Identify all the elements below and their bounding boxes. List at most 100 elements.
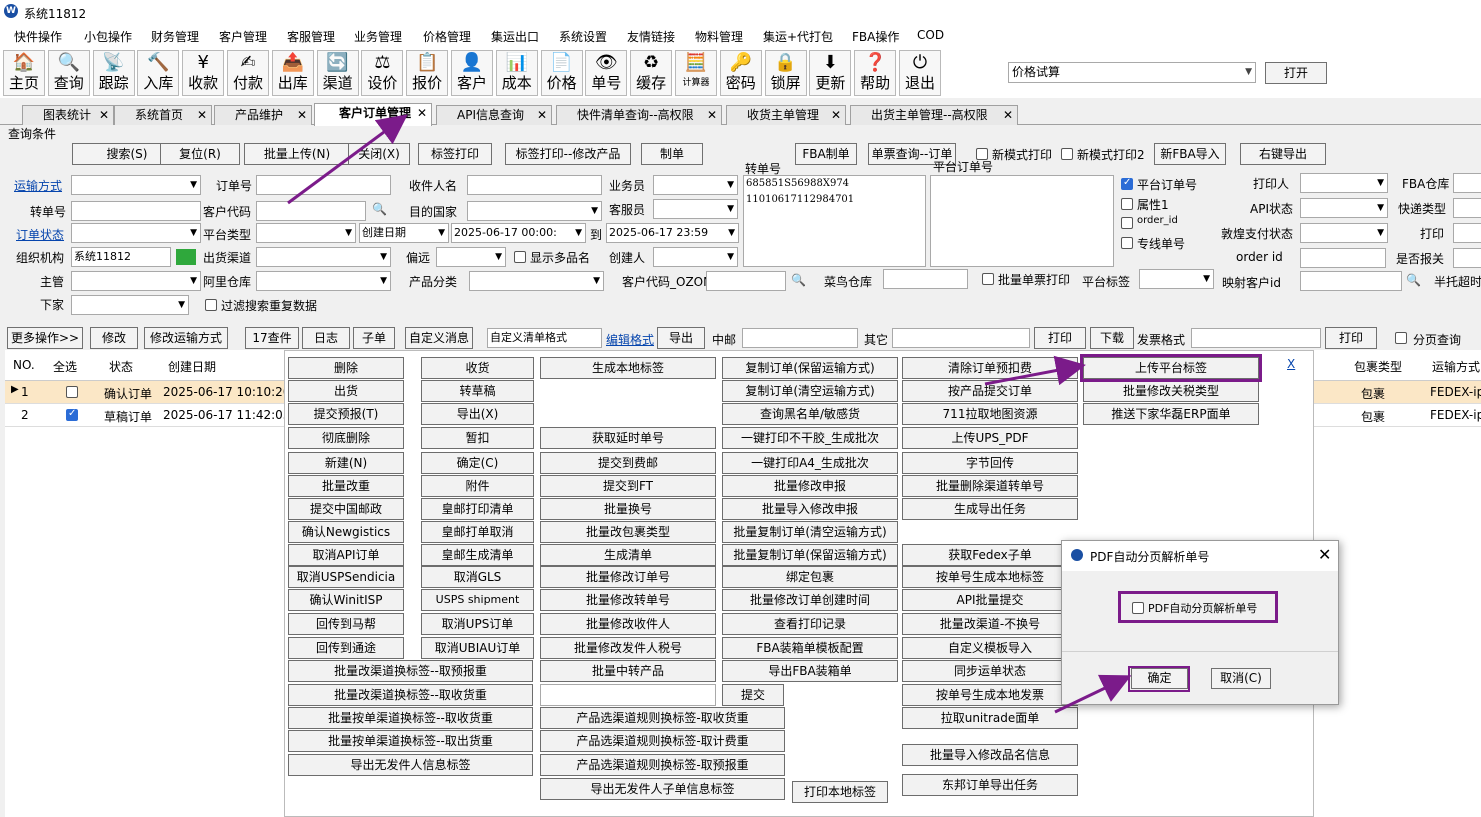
popup-action-button[interactable]: 清除订单预扣费 [902,357,1078,379]
popup-action-button[interactable]: 批量修改收件人 [540,613,716,635]
popup-action-button[interactable]: 按单号生成本地标签 [902,566,1078,588]
popup-close-icon[interactable]: X [1287,357,1295,371]
action-custom_msg-button[interactable]: 自定义消息 [405,327,473,349]
close-icon[interactable]: ✕ [1003,106,1013,124]
date-from[interactable]: 2025-06-17 00:00: ▼ [451,223,586,243]
toolbar-button[interactable]: 📋 报价 [406,50,449,96]
toolbar-button[interactable]: 🏠 主页 [3,50,45,96]
download-button[interactable]: 下载 [1090,327,1134,349]
date-to[interactable]: 2025-06-17 23:59 ▼ [606,223,739,243]
menu-item[interactable]: 集运出口 [491,28,539,45]
popup-action-button[interactable]: 确定(C) [421,452,534,474]
platform-label-select[interactable]: ▼ [1139,269,1214,289]
downstream-select[interactable]: ▼ [71,295,189,315]
print-button[interactable]: 打印 [1034,327,1086,349]
popup-action-button[interactable]: 生成清单 [540,544,716,566]
popup-action-button[interactable]: 取消USPSendicia [288,566,404,588]
tab-5[interactable]: 快件清单查询--高权限 ✕ [556,105,722,125]
popup-action-button[interactable]: 出货 [288,380,404,402]
ozon-input[interactable] [706,271,786,291]
popup-action-button[interactable]: 字节回传 [902,452,1078,474]
channel-select[interactable]: ▼ [256,247,391,267]
toolbar-button[interactable]: ⚖ 设价 [361,50,404,96]
popup-action-button[interactable]: 删除 [288,357,404,379]
menu-item[interactable]: 快件操作 [14,28,62,45]
batch-print-checkbox[interactable] [982,273,994,285]
popup-action-button[interactable]: 暂扣 [421,427,534,449]
platform-type-select[interactable]: ▼ [256,223,356,243]
popup-action-button[interactable]: 取消API订单 [288,544,404,566]
row-checkbox[interactable] [66,408,78,421]
print-local-label-button[interactable]: 打印本地标签 [792,781,888,803]
popup-action-button[interactable]: 批量改重 [288,475,404,497]
custom-format-select[interactable]: 自定义清单格式 [487,328,602,348]
popup-action-button[interactable]: 产品选渠道规则换标签-取计费重 [540,730,785,752]
toolbar-button[interactable]: ⏻ 退出 [899,50,941,96]
action-log-button[interactable]: 日志 [302,327,350,349]
menu-item[interactable]: 客服管理 [287,28,335,45]
popup-action-button[interactable]: 转草稿 [421,380,534,402]
receiver-input[interactable] [467,175,602,195]
right-select-fba_wh[interactable] [1453,173,1481,193]
menu-item[interactable]: 小包操作 [84,28,132,45]
cust-code-input[interactable] [256,201,366,221]
new-mode-print2-checkbox[interactable] [1061,148,1073,160]
popup-action-button[interactable]: 同步运单状态 [902,660,1078,682]
order-no-input[interactable] [256,175,391,195]
close-icon[interactable]: ✕ [537,106,547,124]
menu-item[interactable]: 系统设置 [559,28,607,45]
open-button[interactable]: 打开 [1265,62,1327,84]
popup-action-button[interactable]: 批量改渠道换标签--取预报重 [288,660,533,682]
query-button[interactable]: 右键导出 [1240,143,1326,165]
popup-action-button[interactable]: 确认WinitISP [288,589,404,611]
prod-category-select[interactable]: ▼ [469,271,604,291]
filter-dup-checkbox[interactable] [205,299,217,311]
dialog-ok-button[interactable]: 确定 [1131,668,1188,689]
query-button[interactable]: 制单 [641,143,703,165]
popup-action-button[interactable]: 批量改渠道-不换号 [902,613,1078,635]
popup-action-button[interactable]: 按单号生成本地发票 [902,684,1078,706]
popup-action-button[interactable]: 产品选渠道规则换标签-取收货重 [540,707,785,729]
popup-action-button[interactable]: 自定义模板导入 [902,637,1078,659]
cainiao-input[interactable] [883,269,968,289]
toolbar-button[interactable]: 📊 成本 [495,50,538,96]
tab-7[interactable]: 出货主单管理--高权限 ✕ [850,105,1018,125]
popup-action-button[interactable]: 提交预报(T) [288,403,404,425]
popup-submit-button[interactable]: 提交 [722,684,784,706]
popup-action-button[interactable]: 批量修改转单号 [540,589,716,611]
creator-select[interactable]: ▼ [653,247,738,267]
popup-action-button[interactable]: 批量修改订单号 [540,566,716,588]
popup-action-button[interactable]: 东邦订单导出任务 [902,774,1078,796]
popup-action-button[interactable]: 回传到马帮 [288,613,404,635]
popup-action-button[interactable]: 上传UPS_PDF [902,427,1078,449]
popup-action-button[interactable]: 新建(N) [288,452,404,474]
popup-action-button[interactable]: 皇邮生成清单 [421,544,534,566]
close-icon[interactable]: ✕ [831,106,841,124]
popup-action-button[interactable]: 批量复制订单(清空运输方式) [722,521,898,543]
action-more-button[interactable]: 更多操作>> [7,327,83,349]
query-button[interactable]: 批量上传(N) [244,143,350,165]
search-by-checkbox[interactable] [1121,236,1133,249]
popup-action-button[interactable]: 批量导入修改申报 [722,498,898,520]
right-select-order_id[interactable] [1300,248,1386,268]
lookup-icon[interactable]: 🔍 [1406,273,1421,287]
right-select-declare[interactable] [1453,248,1481,268]
popup-action-button[interactable]: 收货 [421,357,534,379]
close-icon[interactable]: ✕ [417,104,427,122]
popup-action-button[interactable]: 皇邮打印清单 [421,498,534,520]
toolbar-button[interactable]: 👤 客户 [451,50,493,96]
popup-action-button[interactable]: 批量按单渠道换标签--取收货重 [288,707,533,729]
close-icon[interactable]: ✕ [297,106,307,124]
popup-action-button[interactable]: 查询黑名单/敏感货 [722,403,898,425]
menu-item[interactable]: COD [917,28,944,42]
zhongyou-select[interactable] [742,328,858,348]
popup-action-button[interactable]: 一键打印不干胶_生成批次 [722,427,898,449]
toolbar-button[interactable]: 👁 单号 [585,50,628,96]
status-select[interactable]: ▼ [71,223,201,243]
right-select-express_type[interactable] [1453,198,1481,218]
column-header[interactable]: 包裹类型 [1354,358,1402,375]
owner-select[interactable]: ▼ [71,271,201,291]
popup-action-button[interactable]: 拉取unitrade面单 [902,707,1078,729]
tab-0[interactable]: 图表统计 ✕ [22,105,114,125]
popup-action-button[interactable]: 导出无发件人子单信息标签 [540,778,785,800]
